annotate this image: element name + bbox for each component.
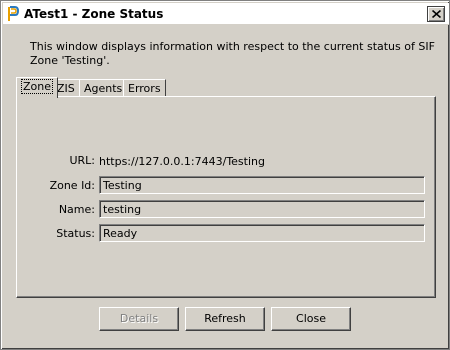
name-label: Name: xyxy=(58,203,95,216)
zone-id-label: Zone Id: xyxy=(49,179,95,192)
title-bar[interactable]: ATest1 - Zone Status xyxy=(3,3,449,25)
refresh-button[interactable]: Refresh xyxy=(185,307,265,331)
description-text: This window displays information with re… xyxy=(30,40,435,67)
close-icon xyxy=(431,10,441,18)
tab-label: Errors xyxy=(128,82,161,95)
details-button[interactable]: Details xyxy=(99,307,179,331)
window-title: ATest1 - Zone Status xyxy=(24,7,164,21)
zone-status-window: ATest1 - Zone Status This window display… xyxy=(0,0,450,350)
url-label: URL: xyxy=(69,154,95,167)
zone-tab-panel: URL: https://127.0.0.1:7443/Testing Zone… xyxy=(16,96,436,298)
close-window-button[interactable] xyxy=(427,6,445,22)
tab-label: Zone xyxy=(21,79,54,94)
tab-label: Agents xyxy=(84,82,123,95)
status-label: Status: xyxy=(56,227,95,240)
app-icon xyxy=(7,6,20,22)
zone-id-field[interactable]: Testing xyxy=(99,176,425,194)
close-button[interactable]: Close xyxy=(271,307,351,331)
tab-zone[interactable]: Zone xyxy=(16,77,59,98)
name-field[interactable]: testing xyxy=(99,200,425,218)
status-field[interactable]: Ready xyxy=(99,224,425,242)
tab-label: ZIS xyxy=(57,82,75,95)
url-value: https://127.0.0.1:7443/Testing xyxy=(99,155,265,168)
